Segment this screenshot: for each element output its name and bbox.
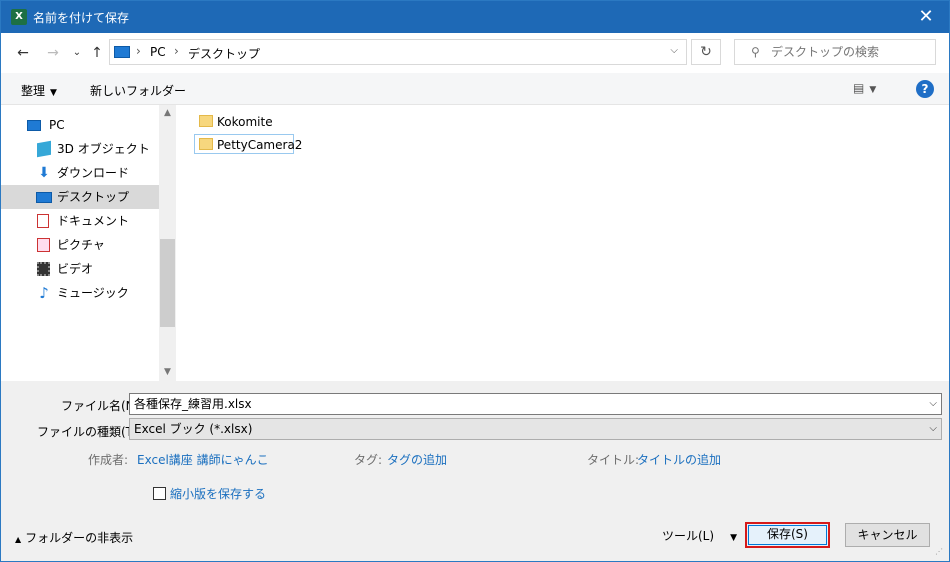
view-icon: ▤	[853, 81, 865, 95]
list-item[interactable]: PettyCamera2	[194, 134, 302, 154]
breadcrumb-pc[interactable]: PC	[150, 45, 166, 59]
search-input[interactable]	[771, 44, 931, 60]
pc-icon	[114, 46, 130, 58]
sidebar-item-pc[interactable]: PC	[1, 113, 159, 137]
chevron-down-icon: ▼	[50, 88, 57, 98]
filetype-value: Excel ブック (*.xlsx)	[134, 422, 253, 436]
resize-grip-icon[interactable]: ⋰	[935, 547, 945, 557]
chevron-down-icon[interactable]: ⌵	[929, 394, 937, 414]
search-icon: ⚲	[751, 45, 760, 59]
new-folder-button[interactable]: 新しいフォルダー	[90, 82, 186, 99]
title-bar: X 名前を付けて保存 ✕	[1, 1, 949, 33]
command-toolbar: 整理 ▼ 新しいフォルダー ▤ ▼ ?	[1, 73, 949, 105]
address-dropdown-icon[interactable]: ⌵	[670, 45, 678, 56]
title-value[interactable]: タイトルの追加	[637, 451, 721, 468]
folder-icon	[199, 115, 213, 127]
filename-value: 各種保存_練習用.xlsx	[134, 397, 252, 411]
excel-app-icon: X	[11, 9, 27, 25]
back-button[interactable]: ←	[13, 43, 33, 63]
filetype-label: ファイルの種類(T):	[37, 425, 142, 439]
close-button[interactable]: ✕	[903, 1, 949, 33]
forward-button[interactable]: →	[43, 43, 63, 63]
download-icon: ⬇	[38, 165, 50, 181]
recent-locations-button[interactable]: ⌄	[67, 43, 87, 63]
refresh-button[interactable]: ↻	[691, 39, 721, 65]
sidebar-item-label: PC	[49, 118, 65, 132]
title-label: タイトル:	[587, 453, 640, 467]
scroll-up-icon[interactable]: ▲	[159, 105, 176, 122]
chevron-up-icon: ▲	[15, 535, 22, 544]
filetype-select[interactable]: Excel ブック (*.xlsx) ⌵	[129, 418, 942, 440]
sidebar-item-desktop[interactable]: デスクトップ	[1, 185, 159, 209]
organize-menu-button[interactable]: 整理 ▼	[21, 82, 57, 99]
folder-icon	[199, 138, 213, 150]
breadcrumb-desktop[interactable]: デスクトップ	[188, 45, 260, 62]
sidebar-item-downloads[interactable]: ⬇ ダウンロード	[1, 161, 159, 185]
hide-folders-label: フォルダーの非表示	[25, 531, 134, 545]
chevron-down-icon: ▼	[869, 85, 877, 95]
save-options-panel: ファイル名(N): 各種保存_練習用.xlsx ⌵ ファイルの種類(T): Ex…	[1, 381, 949, 561]
hide-folders-button[interactable]: ▲ フォルダーの非表示	[15, 529, 133, 546]
chevron-down-icon: ▼	[730, 533, 737, 543]
help-button[interactable]: ?	[916, 80, 934, 98]
save-button[interactable]: 保存(S)	[745, 522, 830, 548]
pc-icon	[27, 120, 41, 131]
search-box[interactable]: ⚲	[734, 39, 936, 65]
file-list: Kokomite PettyCamera2	[177, 105, 949, 381]
desktop-icon	[36, 192, 52, 203]
video-icon	[37, 262, 50, 276]
tags-value[interactable]: タグの追加	[387, 451, 447, 468]
sidebar-item-label: ダウンロード	[57, 166, 130, 180]
author-label: 作成者:	[88, 453, 129, 467]
sidebar-item-label: 3D オブジェクト	[57, 142, 150, 156]
filename-field[interactable]: 各種保存_練習用.xlsx ⌵	[129, 393, 942, 415]
sidebar-item-label: ミュージック	[57, 286, 129, 300]
music-icon: ♪	[39, 284, 49, 302]
cancel-button[interactable]: キャンセル	[845, 523, 930, 547]
tools-label: ツール(L)	[662, 529, 715, 543]
tags-label: タグ:	[354, 453, 383, 467]
save-thumbnail-checkbox[interactable]	[153, 487, 166, 500]
sidebar-item-pictures[interactable]: ピクチャ	[1, 233, 159, 257]
picture-icon	[37, 238, 50, 252]
up-button[interactable]: ↑	[87, 43, 107, 63]
cube-icon	[37, 140, 51, 158]
sidebar-item-label: ビデオ	[57, 262, 94, 276]
sidebar-item-music[interactable]: ♪ ミュージック	[1, 281, 159, 305]
document-icon	[37, 214, 49, 228]
sidebar-item-label: ピクチャ	[57, 238, 105, 252]
sidebar-item-videos[interactable]: ビデオ	[1, 257, 159, 281]
dialog-title: 名前を付けて保存	[33, 11, 130, 25]
save-as-dialog: X 名前を付けて保存 ✕ ← → ⌄ ↑ › PC › デスクトップ ⌵ ↻ ⚲…	[0, 0, 950, 562]
chevron-down-icon: ⌵	[929, 423, 937, 434]
author-value[interactable]: Excel講座 講師にゃんこ	[137, 451, 269, 468]
organize-label: 整理	[21, 84, 46, 98]
save-thumbnail-label[interactable]: 縮小版を保存する	[170, 485, 266, 502]
scrollbar-thumb[interactable]	[160, 239, 175, 327]
navigation-pane: PC 3D オブジェクト ⬇ ダウンロード デスクトップ ドキュメント ピクチャ	[1, 105, 176, 381]
breadcrumb-separator: ›	[136, 44, 141, 58]
sidebar-item-label: デスクトップ	[57, 190, 130, 204]
browser-area: PC 3D オブジェクト ⬇ ダウンロード デスクトップ ドキュメント ピクチャ	[1, 105, 949, 381]
view-options-button[interactable]: ▤ ▼	[853, 81, 876, 95]
tools-menu-button[interactable]: ツール(L) ▼	[662, 527, 737, 544]
save-label: 保存(S)	[767, 527, 808, 541]
list-item[interactable]: Kokomite	[195, 112, 295, 132]
sidebar-scrollbar[interactable]: ▲ ▼	[159, 105, 176, 381]
file-name: Kokomite	[217, 115, 273, 129]
sidebar-item-3d-objects[interactable]: 3D オブジェクト	[1, 137, 159, 161]
navigation-bar: ← → ⌄ ↑ › PC › デスクトップ ⌵ ↻ ⚲	[1, 33, 949, 73]
file-name: PettyCamera2	[217, 138, 303, 152]
sidebar-item-documents[interactable]: ドキュメント	[1, 209, 159, 233]
address-bar[interactable]: › PC › デスクトップ ⌵	[109, 39, 687, 65]
scroll-down-icon[interactable]: ▼	[159, 364, 176, 381]
breadcrumb-separator: ›	[174, 44, 179, 58]
sidebar-item-label: ドキュメント	[57, 214, 130, 228]
